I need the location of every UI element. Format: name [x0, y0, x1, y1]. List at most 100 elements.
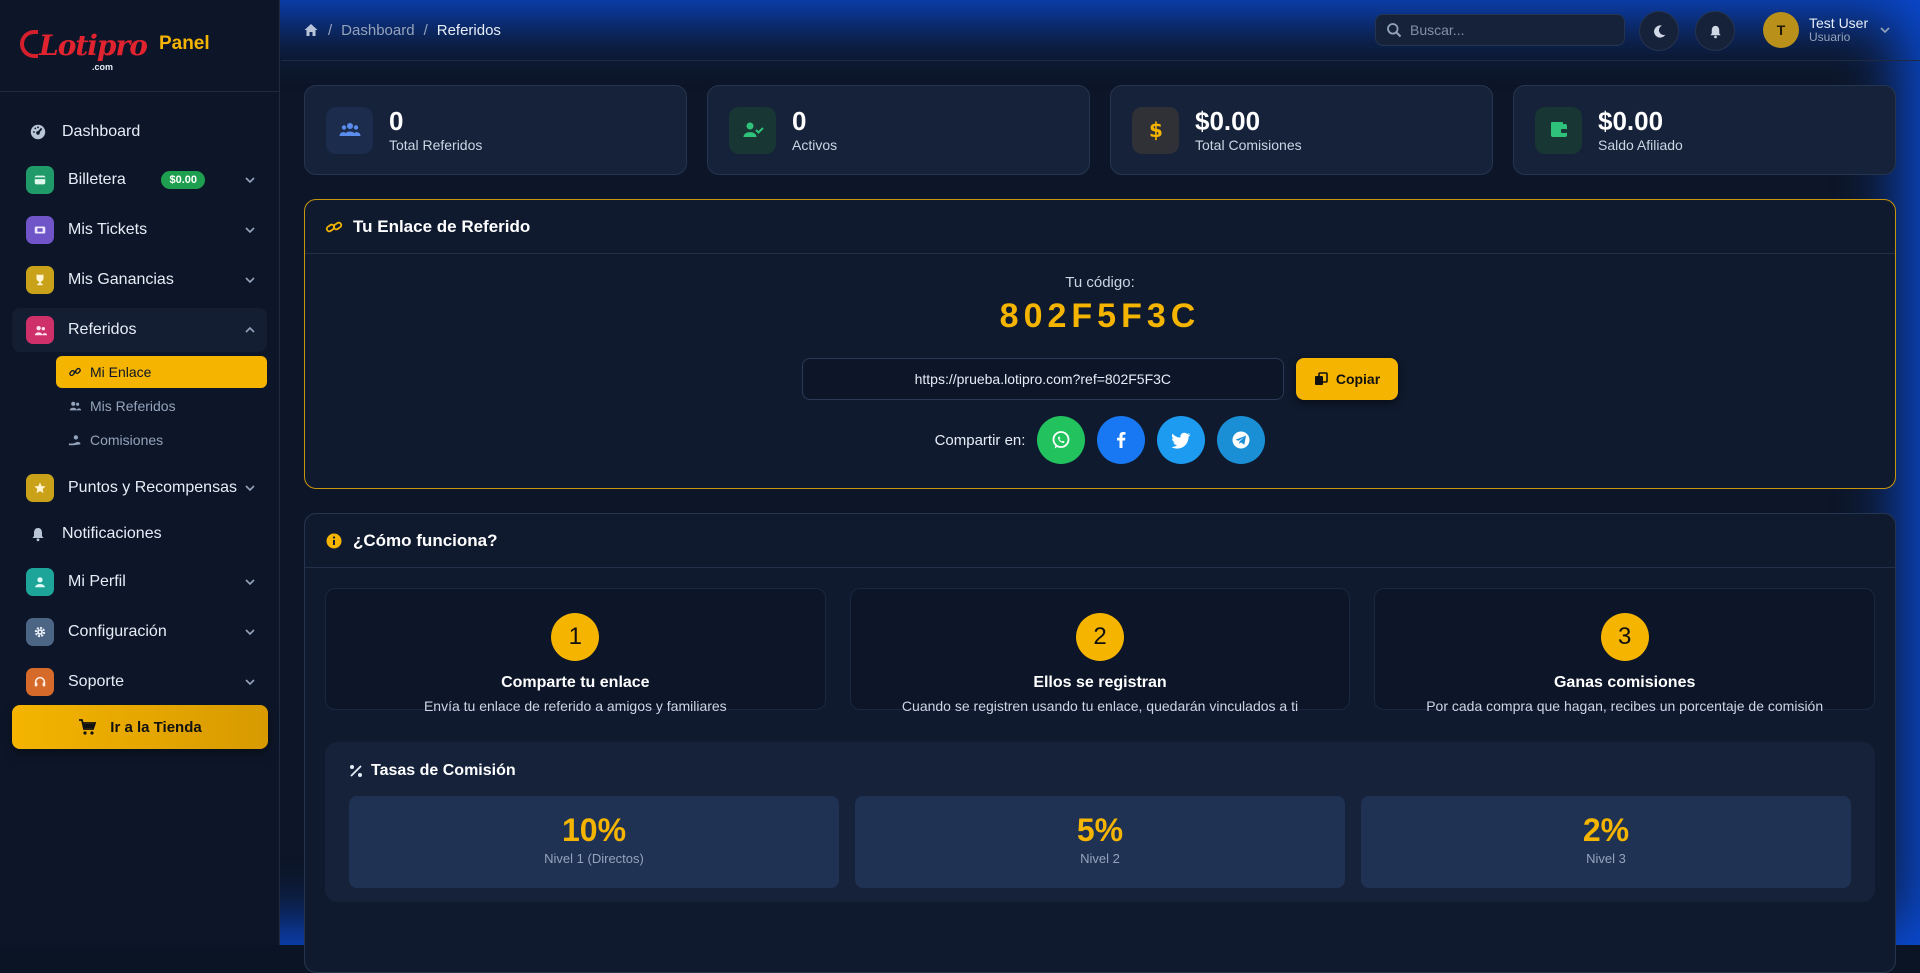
sidebar-item-referidos[interactable]: Referidos	[12, 308, 267, 352]
sidebar-item-label: Mi Perfil	[68, 573, 245, 591]
sidebar-item-dashboard[interactable]: Dashboard	[12, 114, 267, 150]
rate-value: 10%	[349, 812, 839, 849]
sidebar-item-label: Mis Ganancias	[68, 271, 245, 289]
info-icon	[325, 532, 343, 550]
go-to-store-button[interactable]: Ir a la Tienda	[12, 705, 268, 749]
stat-label: Activos	[792, 137, 837, 153]
card-title: Tu Enlace de Referido	[353, 217, 530, 237]
chevron-down-icon	[1880, 25, 1890, 35]
submenu-item-mis-referidos[interactable]: Mis Referidos	[56, 390, 267, 422]
notifications-button[interactable]	[1695, 11, 1735, 51]
share-twitter-button[interactable]	[1157, 416, 1205, 464]
breadcrumb: / Dashboard / Referidos	[303, 22, 501, 39]
sidebar-item-notificaciones[interactable]: Notificaciones	[12, 516, 267, 552]
percent-icon	[349, 764, 363, 778]
home-icon[interactable]	[303, 22, 319, 38]
share-telegram-button[interactable]	[1217, 416, 1265, 464]
share-row: Compartir en:	[305, 416, 1895, 464]
theme-toggle-button[interactable]	[1639, 11, 1679, 51]
dashboard-gauge-icon	[28, 122, 48, 142]
breadcrumb-dashboard[interactable]: Dashboard	[341, 22, 414, 39]
sidebar-item-puntos[interactable]: Puntos y Recompensas	[12, 466, 267, 510]
sidebar-item-soporte[interactable]: Soporte	[12, 660, 267, 704]
whatsapp-icon	[1050, 429, 1072, 451]
card-title: ¿Cómo funciona?	[353, 531, 497, 551]
go-to-store-label: Ir a la Tienda	[110, 719, 201, 736]
rate-label: Nivel 3	[1361, 851, 1851, 866]
chevron-down-icon	[245, 577, 255, 587]
sidebar-item-label: Mis Tickets	[68, 221, 245, 239]
step-title: Ganas comisiones	[1375, 674, 1874, 692]
main-content: 0 Total Referidos 0 Activos $ $0.00 Tota…	[304, 85, 1896, 973]
chevron-down-icon	[245, 225, 255, 235]
hand-coin-icon	[68, 433, 82, 447]
step-number: 2	[1076, 613, 1124, 661]
share-facebook-button[interactable]	[1097, 416, 1145, 464]
copy-icon	[1314, 372, 1328, 386]
link-row: https://prueba.lotipro.com?ref=802F5F3C …	[305, 358, 1895, 400]
star-icon	[26, 474, 54, 502]
submenu-item-comisiones[interactable]: Comisiones	[56, 424, 267, 456]
facebook-icon	[1110, 429, 1132, 451]
search-box	[1375, 14, 1625, 46]
referral-code[interactable]: 802F5F3C	[305, 297, 1895, 336]
rate-label: Nivel 2	[855, 851, 1345, 866]
breadcrumb-separator: /	[424, 22, 428, 39]
user-role: Usuario	[1809, 31, 1868, 44]
chevron-down-icon	[245, 175, 255, 185]
rates-title: Tasas de Comisión	[349, 762, 1851, 780]
stat-label: Total Comisiones	[1195, 137, 1302, 153]
sidebar-item-label: Billetera	[68, 171, 161, 189]
submenu-item-label: Comisiones	[90, 432, 163, 448]
user-name: Test User	[1809, 16, 1868, 31]
link-icon	[325, 218, 343, 236]
referidos-submenu: Mi Enlace Mis Referidos Comisiones	[12, 356, 267, 456]
headset-icon	[26, 668, 54, 696]
copy-label: Copiar	[1336, 371, 1380, 387]
step-card: 1 Comparte tu enlace Envía tu enlace de …	[325, 588, 826, 710]
sidebar-item-label: Puntos y Recompensas	[68, 479, 245, 497]
users-icon	[68, 399, 82, 413]
submenu-item-label: Mi Enlace	[90, 364, 151, 380]
avatar: T	[1763, 12, 1799, 48]
step-description: Cuando se registren usando tu enlace, qu…	[851, 698, 1350, 714]
stats-row: 0 Total Referidos 0 Activos $ $0.00 Tota…	[304, 85, 1896, 175]
search-icon	[1386, 22, 1402, 38]
telegram-icon	[1230, 429, 1252, 451]
chevron-down-icon	[245, 677, 255, 687]
stat-card-activos: 0 Activos	[707, 85, 1090, 175]
sidebar-item-mis-tickets[interactable]: Mis Tickets	[12, 208, 267, 252]
breadcrumb-current: Referidos	[437, 22, 501, 39]
brand-suffix: .com	[92, 62, 113, 72]
chevron-down-icon	[245, 275, 255, 285]
how-it-works-card: ¿Cómo funciona? 1 Comparte tu enlace Env…	[304, 513, 1896, 973]
user-check-icon	[729, 107, 776, 154]
sidebar-item-mis-ganancias[interactable]: Mis Ganancias	[12, 258, 267, 302]
sidebar-item-configuracion[interactable]: Configuración	[12, 610, 267, 654]
step-title: Ellos se registran	[851, 674, 1350, 692]
sidebar-item-label: Referidos	[68, 321, 245, 339]
code-label: Tu código:	[305, 274, 1895, 291]
share-whatsapp-button[interactable]	[1037, 416, 1085, 464]
copy-button[interactable]: Copiar	[1296, 358, 1398, 400]
trophy-icon	[26, 266, 54, 294]
step-card: 3 Ganas comisiones Por cada compra que h…	[1374, 588, 1875, 710]
users-icon	[326, 107, 373, 154]
sidebar-item-mi-perfil[interactable]: Mi Perfil	[12, 560, 267, 604]
users-icon	[26, 316, 54, 344]
step-number: 3	[1601, 613, 1649, 661]
search-input[interactable]	[1410, 22, 1610, 38]
referral-link-field[interactable]: https://prueba.lotipro.com?ref=802F5F3C	[802, 358, 1284, 400]
brand-name: Lotipro	[39, 32, 147, 60]
sidebar-item-billetera[interactable]: Billetera $0.00	[12, 158, 267, 202]
user-menu[interactable]: T Test User Usuario	[1763, 12, 1890, 48]
rate-value: 5%	[855, 812, 1345, 849]
stat-value: $0.00	[1598, 107, 1683, 136]
share-label: Compartir en:	[935, 432, 1026, 449]
brand[interactable]: Lotipro .com Panel	[0, 0, 279, 92]
stat-label: Saldo Afiliado	[1598, 137, 1683, 153]
breadcrumb-separator: /	[328, 22, 332, 39]
logo-swoosh-icon	[20, 30, 38, 58]
sidebar-item-label: Configuración	[68, 623, 245, 641]
submenu-item-mi-enlace[interactable]: Mi Enlace	[56, 356, 267, 388]
